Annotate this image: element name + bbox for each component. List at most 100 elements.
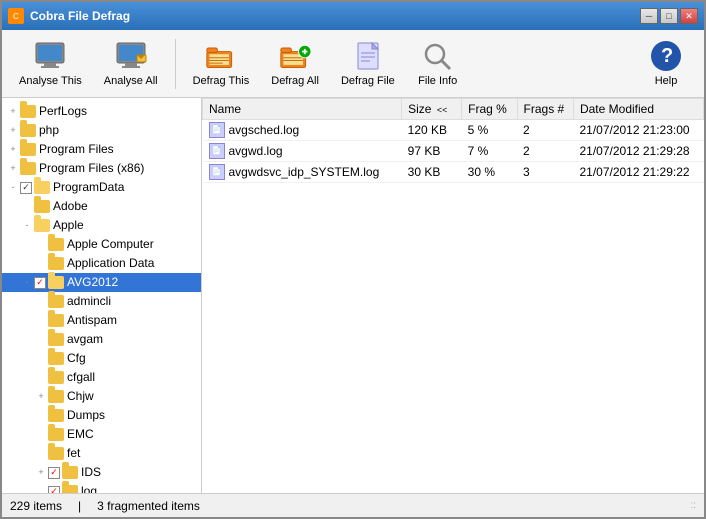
checkbox-program-data[interactable] [20, 182, 32, 194]
tree-item-adobe[interactable]: Adobe [2, 197, 201, 216]
defrag-this-icon [205, 40, 237, 72]
cell-size-3: 30 KB [402, 162, 462, 183]
defrag-this-button[interactable]: Defrag This [184, 35, 259, 93]
folder-icon-antispam [48, 314, 64, 327]
resize-handle[interactable]: :: [690, 500, 696, 511]
tree-item-program-data[interactable]: - ProgramData [2, 178, 201, 197]
table-row[interactable]: 📄 avgwd.log 97 KB 7 % 2 21/07/2012 21:29… [203, 141, 704, 162]
tree-item-admincli[interactable]: admincli [2, 292, 201, 311]
tree-item-application-data[interactable]: Application Data [2, 254, 201, 273]
file-icon-2: 📄 [209, 143, 225, 159]
folder-icon-avgam [48, 333, 64, 346]
col-header-size[interactable]: Size << [402, 99, 462, 120]
checkbox-avg2012[interactable] [34, 277, 46, 289]
col-header-frags-num[interactable]: Frags # [517, 99, 573, 120]
tree-label-application-data: Application Data [67, 255, 154, 272]
app-icon: C [8, 8, 24, 24]
tree-item-log[interactable]: log [2, 482, 201, 493]
folder-icon-program-files-x86 [20, 162, 36, 175]
folder-icon-fet [48, 447, 64, 460]
col-header-frag-pct[interactable]: Frag % [462, 99, 517, 120]
table-header-row: Name Size << Frag % Frags # [203, 99, 704, 120]
col-header-date-modified[interactable]: Date Modified [573, 99, 703, 120]
close-button[interactable]: ✕ [680, 8, 698, 24]
tree-item-program-files-x86[interactable]: + Program Files (x86) [2, 159, 201, 178]
tree-toggle-apple-computer[interactable] [34, 238, 48, 252]
tree-item-avgam[interactable]: avgam [2, 330, 201, 349]
analyse-all-label: Analyse All [104, 75, 158, 87]
tree-item-php[interactable]: + php [2, 121, 201, 140]
tree-toggle-program-data[interactable]: - [6, 181, 20, 195]
tree-toggle-application-data[interactable] [34, 257, 48, 271]
tree-item-fet[interactable]: fet [2, 444, 201, 463]
tree-item-cfg[interactable]: Cfg [2, 349, 201, 368]
checkbox-log[interactable] [48, 486, 60, 494]
tree-label-cfg: Cfg [67, 350, 86, 367]
maximize-button[interactable]: □ [660, 8, 678, 24]
tree-toggle-avg2012[interactable]: - [20, 276, 34, 290]
tree-item-perflogs[interactable]: + PerfLogs [2, 102, 201, 121]
tree-toggle-cfgall[interactable] [34, 371, 48, 385]
tree-toggle-program-files[interactable]: + [6, 143, 20, 157]
tree-label-cfgall: cfgall [67, 369, 95, 386]
defrag-all-button[interactable]: Defrag All [262, 35, 328, 93]
tree-item-program-files[interactable]: + Program Files [2, 140, 201, 159]
tree-item-dumps[interactable]: Dumps [2, 406, 201, 425]
checkbox-ids[interactable] [48, 467, 60, 479]
table-row[interactable]: 📄 avgwdsvc_idp_SYSTEM.log 30 KB 30 % 3 2… [203, 162, 704, 183]
tree-label-antispam: Antispam [67, 312, 117, 329]
tree-toggle-perflogs[interactable]: + [6, 105, 20, 119]
cell-date-2: 21/07/2012 21:29:28 [573, 141, 703, 162]
tree-toggle-chjw[interactable]: + [34, 390, 48, 404]
tree-item-apple[interactable]: - Apple [2, 216, 201, 235]
tree-label-apple-computer: Apple Computer [67, 236, 154, 253]
cell-name-3: 📄 avgwdsvc_idp_SYSTEM.log [203, 162, 402, 183]
folder-icon-cfgall [48, 371, 64, 384]
defrag-all-icon [279, 40, 311, 72]
tree-toggle-log[interactable] [34, 485, 48, 494]
folder-icon-cfg [48, 352, 64, 365]
folder-icon-program-data [34, 181, 50, 194]
tree-label-perflogs: PerfLogs [39, 103, 87, 120]
folder-icon-dumps [48, 409, 64, 422]
tree-item-cfgall[interactable]: cfgall [2, 368, 201, 387]
tree-toggle-emc[interactable] [34, 428, 48, 442]
cell-date-1: 21/07/2012 21:23:00 [573, 120, 703, 141]
tree-toggle-php[interactable]: + [6, 124, 20, 138]
tree-toggle-fet[interactable] [34, 447, 48, 461]
tree-toggle-admincli[interactable] [34, 295, 48, 309]
file-panel[interactable]: Name Size << Frag % Frags # [202, 98, 704, 493]
minimize-button[interactable]: ─ [640, 8, 658, 24]
tree-item-ids[interactable]: + IDS [2, 463, 201, 482]
tree-item-avg2012[interactable]: - AVG2012 [2, 273, 201, 292]
tree-item-emc[interactable]: EMC [2, 425, 201, 444]
tree-toggle-ids[interactable]: + [34, 466, 48, 480]
tree-label-fet: fet [67, 445, 80, 462]
tree-panel[interactable]: + PerfLogs + php + Program Files + Progr… [2, 98, 202, 493]
tree-item-chjw[interactable]: + Chjw [2, 387, 201, 406]
tree-toggle-antispam[interactable] [34, 314, 48, 328]
tree-toggle-cfg[interactable] [34, 352, 48, 366]
defrag-file-button[interactable]: Defrag File [332, 35, 404, 93]
tree-item-antispam[interactable]: Antispam [2, 311, 201, 330]
folder-icon-apple-computer [48, 238, 64, 251]
tree-label-program-files-x86: Program Files (x86) [39, 160, 144, 177]
folder-icon-avg2012 [48, 276, 64, 289]
analyse-all-button[interactable]: Analyse All [95, 35, 167, 93]
tree-toggle-adobe[interactable] [20, 200, 34, 214]
folder-icon-adobe [34, 200, 50, 213]
help-button[interactable]: ? Help [636, 35, 696, 93]
tree-toggle-avgam[interactable] [34, 333, 48, 347]
defrag-this-label: Defrag This [193, 75, 250, 87]
tree-item-apple-computer[interactable]: Apple Computer [2, 235, 201, 254]
file-info-button[interactable]: File Info [408, 35, 468, 93]
col-header-name[interactable]: Name [203, 99, 402, 120]
cell-fragpct-1: 5 % [462, 120, 517, 141]
analyse-this-button[interactable]: Analyse This [10, 35, 91, 93]
tree-toggle-apple[interactable]: - [20, 219, 34, 233]
folder-icon-application-data [48, 257, 64, 270]
file-info-label: File Info [418, 75, 457, 87]
tree-toggle-program-files-x86[interactable]: + [6, 162, 20, 176]
table-row[interactable]: 📄 avgsched.log 120 KB 5 % 2 21/07/2012 2… [203, 120, 704, 141]
tree-toggle-dumps[interactable] [34, 409, 48, 423]
